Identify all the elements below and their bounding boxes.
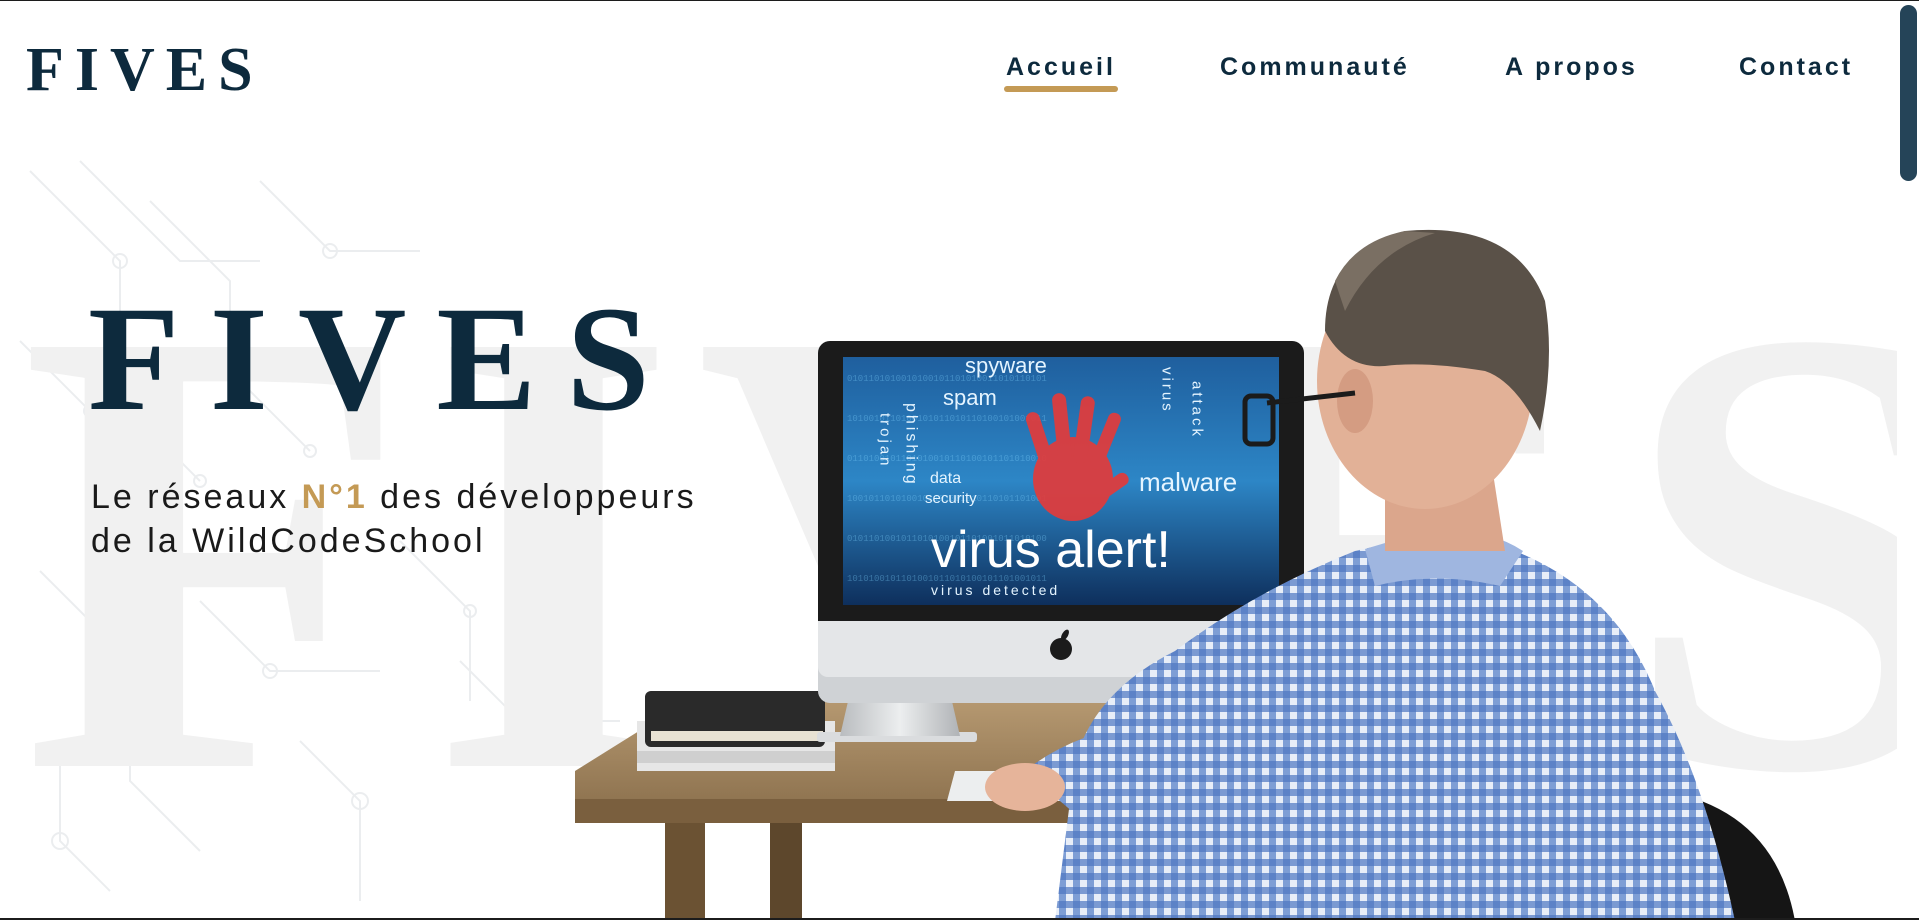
tagline-line-two: de la WildCodeSchool xyxy=(91,522,486,560)
tagline-text-start: Le réseaux xyxy=(91,478,302,516)
site-logo[interactable]: FIVES xyxy=(26,39,264,101)
books-stack xyxy=(637,691,835,771)
screen-word-phishing: phishing xyxy=(903,403,920,487)
screen-word-security: security xyxy=(925,490,977,507)
page: FIVES FIVES Accueil Communauté A propos … xyxy=(0,1,1919,918)
screen-word-attack: attack xyxy=(1189,381,1206,439)
nav-link-communaute[interactable]: Communauté xyxy=(1220,53,1410,82)
nav-link-accueil[interactable]: Accueil xyxy=(1004,53,1118,92)
screen-word-spam: spam xyxy=(943,385,997,410)
hero-illustration: 0101101010010100101101010011010110101 10… xyxy=(575,229,1795,918)
screen-word-malware: malware xyxy=(1139,467,1237,497)
tagline-accent: N°1 xyxy=(301,478,368,516)
screen-virus-alert-text: virus alert! xyxy=(931,521,1171,579)
nav-link-contact[interactable]: Contact xyxy=(1739,53,1853,82)
page-scrollbar[interactable] xyxy=(1897,1,1919,918)
screen-word-spyware: spyware xyxy=(965,353,1047,378)
screen-word-trojan: trojan xyxy=(877,413,894,469)
desk-leg xyxy=(665,823,705,918)
main-nav: Accueil Communauté A propos Contact xyxy=(1003,53,1863,97)
scrollbar-thumb[interactable] xyxy=(1900,5,1917,181)
screen-word-virus: virus xyxy=(1159,367,1176,414)
nav-link-a-propos[interactable]: A propos xyxy=(1505,53,1638,82)
screen-word-data: data xyxy=(930,470,961,487)
screen-virus-detected-text: virus detected xyxy=(931,582,1060,598)
